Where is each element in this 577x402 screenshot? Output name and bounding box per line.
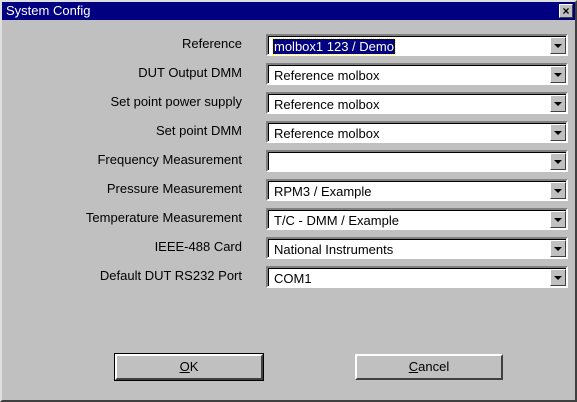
row-ieee-488-card: IEEE-488 Card National Instruments [2, 237, 575, 259]
set-point-dmm-label: Set point DMM [156, 123, 242, 138]
set-point-power-supply-select[interactable]: Reference molbox [266, 92, 568, 114]
temperature-measurement-value: T/C - DMM / Example [274, 213, 399, 228]
row-dut-output-dmm: DUT Output DMM Reference molbox [2, 63, 575, 85]
chevron-down-icon[interactable] [550, 182, 566, 199]
row-reference: Reference molbox1 123 / Demo [2, 34, 575, 56]
chevron-down-icon[interactable] [550, 240, 566, 257]
dut-output-dmm-select[interactable]: Reference molbox [266, 63, 568, 85]
row-default-dut-rs232-port: Default DUT RS232 Port COM1 [2, 266, 575, 288]
dut-output-dmm-label: DUT Output DMM [138, 65, 242, 80]
close-icon[interactable]: × [559, 4, 573, 18]
reference-label: Reference [182, 36, 242, 51]
frequency-measurement-select[interactable] [266, 150, 568, 172]
combo-frame: Reference molbox [268, 94, 566, 112]
chevron-down-icon[interactable] [550, 95, 566, 112]
temperature-measurement-label: Temperature Measurement [85, 210, 242, 225]
cancel-button[interactable]: Cancel [355, 354, 503, 380]
ok-label-rest: K [189, 359, 199, 374]
pressure-measurement-select[interactable]: RPM3 / Example [266, 179, 568, 201]
row-set-point-dmm: Set point DMM Reference molbox [2, 121, 575, 143]
set-point-dmm-value: Reference molbox [274, 126, 380, 141]
chevron-down-icon[interactable] [550, 211, 566, 228]
set-point-power-supply-value: Reference molbox [274, 97, 380, 112]
combo-frame: RPM3 / Example [268, 181, 566, 199]
dut-output-dmm-value: Reference molbox [274, 68, 380, 83]
set-point-dmm-select[interactable]: Reference molbox [266, 121, 568, 143]
ok-mnemonic: O [179, 359, 190, 374]
combo-frame [268, 152, 566, 170]
row-frequency-measurement: Frequency Measurement [2, 150, 575, 172]
combo-frame: Reference molbox [268, 65, 566, 83]
frequency-measurement-value [273, 155, 275, 170]
window-title: System Config [6, 3, 91, 18]
combo-frame: COM1 [268, 268, 566, 286]
default-dut-rs232-port-select[interactable]: COM1 [266, 266, 568, 288]
chevron-down-icon[interactable] [550, 66, 566, 83]
combo-frame: Reference molbox [268, 123, 566, 141]
ieee-488-card-label: IEEE-488 Card [154, 239, 242, 254]
row-set-point-power-supply: Set point power supply Reference molbox [2, 92, 575, 114]
row-pressure-measurement: Pressure Measurement RPM3 / Example [2, 179, 575, 201]
reference-select[interactable]: molbox1 123 / Demo [266, 34, 568, 56]
cancel-mnemonic: C [408, 359, 419, 374]
chevron-down-icon[interactable] [550, 153, 566, 170]
combo-frame: National Instruments [268, 239, 566, 257]
pressure-measurement-label: Pressure Measurement [106, 181, 242, 196]
frequency-measurement-label: Frequency Measurement [97, 152, 242, 167]
pressure-measurement-value: RPM3 / Example [274, 184, 372, 199]
ieee-488-card-select[interactable]: National Instruments [266, 237, 568, 259]
combo-frame: molbox1 123 / Demo [268, 36, 566, 55]
default-dut-rs232-port-label: Default DUT RS232 Port [99, 268, 242, 283]
ok-button[interactable]: OK [114, 353, 264, 381]
reference-value: molbox1 123 / Demo [272, 38, 396, 55]
temperature-measurement-select[interactable]: T/C - DMM / Example [266, 208, 568, 230]
row-temperature-measurement: Temperature Measurement T/C - DMM / Exam… [2, 208, 575, 230]
system-config-dialog: System Config × Reference molbox1 123 / … [0, 0, 577, 402]
ieee-488-card-value: National Instruments [274, 242, 394, 257]
set-point-power-supply-label: Set point power supply [110, 94, 242, 109]
chevron-down-icon[interactable] [550, 124, 566, 141]
default-dut-rs232-port-value: COM1 [274, 271, 312, 286]
title-bar[interactable]: System Config × [2, 2, 575, 20]
cancel-label-rest: ancel [418, 359, 450, 374]
combo-frame: T/C - DMM / Example [268, 210, 566, 228]
chevron-down-icon[interactable] [550, 37, 566, 54]
chevron-down-icon[interactable] [550, 269, 566, 286]
